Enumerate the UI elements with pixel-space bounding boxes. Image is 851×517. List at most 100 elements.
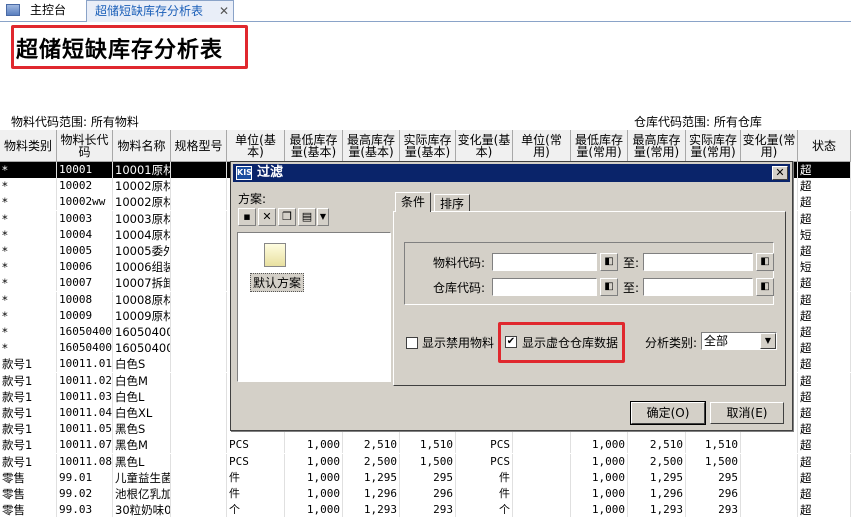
scheme-list[interactable]: 默认方案 [237, 232, 391, 382]
column-header[interactable]: 单位(常用) [513, 130, 571, 162]
table-cell: 白色XL [113, 405, 171, 421]
table-cell: 10003 [57, 210, 113, 227]
table-cell: 1,295 [628, 469, 686, 486]
column-header[interactable]: 最低库存量(基本) [285, 130, 343, 162]
kis-logo-icon: KIS [236, 166, 252, 180]
ok-button[interactable]: 确定(O) [630, 401, 706, 425]
table-cell [513, 486, 571, 502]
column-header[interactable]: 最低库存量(常用) [571, 130, 628, 162]
copy-icon[interactable]: ❐ [278, 208, 296, 226]
table-cell: 10009原材 [115, 307, 171, 324]
analysis-type-label: 分析类别: [645, 336, 698, 350]
column-header[interactable]: 规格型号 [171, 130, 227, 162]
table-cell: 99.02 [57, 486, 113, 502]
tab-conditions[interactable]: 条件 [395, 192, 432, 212]
table-cell: * [0, 307, 57, 324]
table-cell: 超 [798, 388, 851, 405]
column-header[interactable]: 实际库存量(基本) [400, 130, 456, 162]
table-cell: 295 [686, 469, 741, 486]
save-icon[interactable]: ▪ [238, 208, 256, 226]
show-disabled-checkbox[interactable] [406, 337, 418, 349]
table-cell: 款号1 [0, 372, 57, 389]
column-header[interactable]: 状态 [798, 130, 851, 162]
table-cell: 黑色M [113, 437, 171, 454]
lookup-icon[interactable]: ◧ [600, 278, 618, 296]
tab-sort[interactable]: 排序 [434, 194, 471, 212]
properties-icon[interactable]: ▤ [298, 208, 316, 226]
table-row[interactable]: 零售99.0330粒奶味0.8g*30个1,0001,293293个1,0001… [0, 502, 851, 517]
dialog-titlebar[interactable]: KIS 过滤 ✕ [233, 164, 790, 182]
column-header[interactable]: 最高库存量(基本) [343, 130, 400, 162]
chevron-down-icon[interactable]: ▼ [760, 333, 776, 349]
table-cell: 10003原材 [115, 210, 171, 227]
material-code-from-input[interactable] [492, 253, 597, 271]
close-icon[interactable]: ✕ [219, 1, 229, 22]
column-header[interactable]: 实际库存量(常用) [686, 130, 741, 162]
show-virtual-checkbox[interactable]: ✔ [505, 336, 517, 348]
table-cell: 1605040000 [59, 340, 113, 357]
table-cell: * [0, 275, 57, 292]
lookup-icon[interactable]: ◧ [756, 278, 774, 296]
table-cell: PCS [456, 437, 513, 454]
table-cell: 10011.05 [59, 421, 113, 438]
column-header[interactable]: 单位(基本) [227, 130, 285, 162]
table-cell [171, 340, 227, 357]
table-row[interactable]: 款号1 10011.07 黑色M PCS 1,000 2,510 1,510 PCS 1,000… [0, 437, 851, 454]
table-cell [171, 388, 227, 405]
table-cell: 10005委外 [115, 243, 171, 259]
table-row[interactable]: 零售99.01儿童益生菌5袋件1,0001,295295件1,0001,2952… [0, 469, 851, 486]
table-cell: 短 [798, 226, 851, 243]
table-cell: 款号1 [0, 437, 57, 454]
table-cell [171, 162, 227, 178]
table-cell: * [0, 243, 57, 259]
scheme-item-default[interactable]: 默认方案 [250, 273, 305, 292]
material-code-to-input[interactable] [643, 253, 753, 271]
tab-main-console[interactable]: 主控台 [6, 0, 78, 21]
column-header[interactable]: 物料类别 [0, 130, 57, 162]
table-cell: 超 [798, 356, 851, 373]
tab-label: 超储短缺库存分析表 [95, 4, 204, 18]
dropdown-arrow-icon[interactable]: ▼ [317, 208, 329, 226]
column-header[interactable]: 变化量(基本) [456, 130, 513, 162]
table-cell [513, 502, 571, 517]
table-cell [171, 324, 227, 340]
table-cell: 短 [798, 259, 851, 276]
column-header[interactable]: 最高库存量(常用) [628, 130, 686, 162]
table-cell [171, 307, 227, 324]
lookup-icon[interactable]: ◧ [756, 253, 774, 271]
table-row[interactable]: 款号1 10011.08 黑色L PCS 1,000 2,500 1,500 PCS 1,000… [0, 453, 851, 470]
table-row[interactable]: 零售99.02池根亿乳加10盒*箱件1,0001,296296件1,0001,2… [0, 486, 851, 502]
table-cell: 超 [798, 421, 851, 438]
cancel-button[interactable]: 取消(E) [710, 402, 784, 424]
table-cell: 1605040000 [59, 324, 113, 340]
tab-bar: 主控台 超储短缺库存分析表 ✕ [0, 0, 851, 22]
tab-report[interactable]: 超储短缺库存分析表 ✕ [86, 0, 234, 22]
delete-icon[interactable]: ✕ [258, 208, 276, 226]
material-code-label: 物料代码: [433, 256, 486, 270]
table-cell: 超 [798, 437, 851, 454]
table-cell: 款号1 [0, 453, 57, 470]
table-cell: 1,500 [686, 453, 741, 470]
table-cell: 1,000 [285, 453, 343, 470]
warehouse-code-to-input[interactable] [643, 278, 753, 296]
lookup-icon[interactable]: ◧ [600, 253, 618, 271]
warehouse-code-from-input[interactable] [492, 278, 597, 296]
column-header[interactable]: 物料长代码 [57, 130, 113, 162]
table-cell: 超 [798, 275, 851, 292]
close-button[interactable]: ✕ [772, 166, 788, 180]
dialog-title: 过滤 [257, 165, 284, 180]
table-cell: 1605040000 [113, 324, 171, 340]
filter-dialog: KIS 过滤 ✕ 方案: ▪ ✕ ❐ ▤ ▼ 默认方案 条件 排序 物料代码: … [230, 161, 793, 431]
table-cell: 1,000 [571, 502, 628, 517]
table-cell: 10011.02 [59, 372, 113, 389]
table-cell: 1,000 [571, 453, 628, 470]
column-header[interactable]: 变化量(常用) [741, 130, 798, 162]
table-cell: 超 [798, 210, 851, 227]
table-cell [171, 421, 227, 438]
table-cell: 10011.07 [59, 437, 113, 454]
table-cell [741, 502, 798, 517]
table-cell [171, 243, 227, 259]
table-cell [171, 178, 227, 195]
column-header[interactable]: 物料名称 [113, 130, 171, 162]
analysis-type-select[interactable]: 全部 ▼ [701, 332, 777, 350]
